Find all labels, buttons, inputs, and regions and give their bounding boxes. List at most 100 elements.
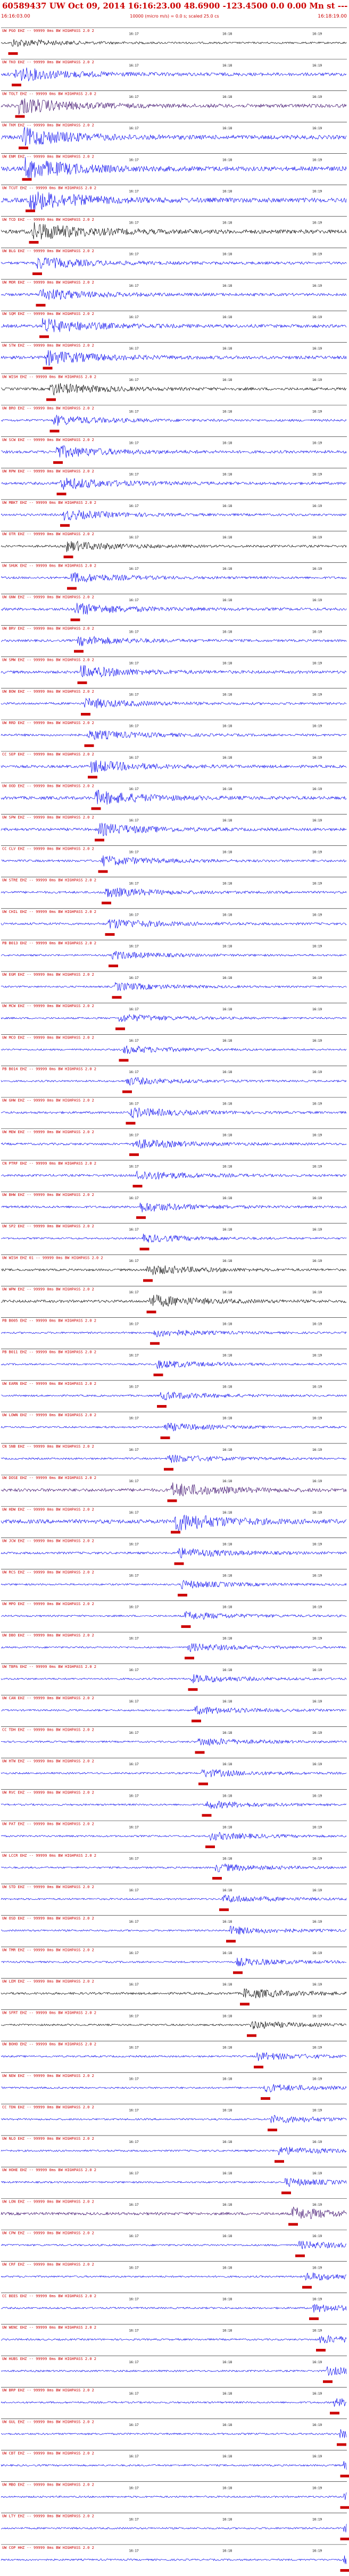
time-tick-label: 16:17 [129,1165,139,1169]
phase-pick-marker [115,1027,125,1030]
time-tick-label: 16:18 [222,1417,232,1420]
phase-pick-marker [36,304,46,306]
phase-pick-marker [302,2286,312,2289]
time-tick-label: 16:18 [222,2549,232,2553]
station-label: UW MBKT EHZ -- 99999 0ms BW HIGHPASS 2.0… [2,501,96,505]
time-tick-label: 16:17 [129,315,139,319]
time-tick-label: 16:19 [312,2172,322,2175]
phase-pick-marker [71,619,80,621]
waveform-trace [1,2053,346,2061]
time-tick-label: 16:17 [129,473,139,477]
time-tick-label: 16:19 [312,913,322,917]
phase-pick-marker [340,2569,349,2572]
time-tick-label: 16:18 [222,567,232,571]
time-tick-label: 16:19 [312,1448,322,1452]
waveform-trace [1,2241,346,2249]
time-tick-label: 16:18 [222,64,232,68]
waveform-trace [1,1360,346,1369]
phase-pick-marker [150,1342,160,1345]
time-tick-label: 16:17 [129,442,139,445]
phase-pick-marker [88,776,97,778]
phase-pick-marker [140,1248,149,1250]
phase-pick-marker [195,1751,205,1754]
station-label: UW BRP EHZ -- 99999 0ms BW HIGHPASS 2.0 … [2,2388,94,2392]
time-tick-label: 16:18 [222,2046,232,2049]
time-tick-label: 16:18 [222,2266,232,2270]
time-tick-label: 16:17 [129,64,139,68]
time-tick-label: 16:17 [129,1480,139,1483]
waveform-trace [1,289,346,300]
phase-pick-marker [50,430,60,433]
time-tick-label: 16:18 [222,1133,232,1137]
waveform-trace [1,666,346,677]
phase-pick-marker [295,2255,305,2257]
time-tick-label: 16:18 [222,1825,232,1829]
station-label: UW BRV EHZ -- 99999 0ms BW HIGHPASS 2.0 … [2,627,94,631]
waveform-trace [1,446,346,458]
time-tick-label: 16:17 [129,1983,139,1987]
time-tick-label: 16:19 [312,2486,322,2490]
time-tick-label: 16:19 [312,1196,322,1200]
time-tick-label: 16:17 [129,2549,139,2553]
phase-pick-marker [92,807,101,810]
time-tick-label: 16:19 [312,2266,322,2270]
station-label: CN PTRF EHZ -- 99999 0ms BW HIGHPASS 2.0… [2,1161,96,1166]
time-tick-label: 16:17 [129,1511,139,1515]
time-tick-label: 16:18 [222,1794,232,1798]
waveform-trace [1,157,346,179]
time-tick-label: 16:18 [222,1165,232,1169]
waveform-trace [1,2084,346,2092]
station-label: UW SP2 EHZ -- 99999 0ms BW HIGHPASS 2.0 … [2,1224,94,1228]
time-tick-label: 16:17 [129,2046,139,2049]
waveform-trace [1,2147,346,2155]
phase-pick-marker [46,398,56,401]
time-tick-label: 16:19 [312,2298,322,2301]
waveform-trace [1,2305,346,2313]
phase-pick-marker [316,2349,326,2351]
time-tick-label: 16:19 [312,1228,322,1232]
time-tick-label: 16:19 [312,158,322,162]
time-tick-label: 16:18 [222,284,232,288]
time-tick-label: 16:19 [312,976,322,980]
time-tick-label: 16:17 [129,1700,139,1704]
phase-pick-marker [226,1940,236,1942]
time-tick-label: 16:17 [129,913,139,917]
phase-pick-marker [105,933,115,936]
phase-pick-marker [67,587,77,589]
time-tick-label: 16:18 [222,1731,232,1735]
waveform-trace [1,2207,346,2219]
time-tick-label: 16:17 [129,1889,139,1892]
station-label: UW MOR EHZ -- 99999 0ms BW HIGHPASS 2.0 … [2,280,94,285]
time-tick-label: 16:17 [129,850,139,854]
time-tick-label: 16:19 [312,1889,322,1892]
time-tick-label: 16:17 [129,882,139,885]
time-tick-label: 16:18 [222,2109,232,2113]
time-tick-label: 16:17 [129,1668,139,1672]
time-tick-label: 16:17 [129,1322,139,1326]
time-tick-label: 16:19 [312,347,322,351]
time-tick-label: 16:18 [222,253,232,256]
time-tick-label: 16:18 [222,2361,232,2364]
time-tick-label: 16:17 [129,1353,139,1357]
time-tick-label: 16:18 [222,787,232,791]
time-tick-label: 16:19 [312,2109,322,2113]
phase-pick-marker [78,682,87,684]
time-tick-label: 16:19 [312,1731,322,1735]
station-label: UW MEW EHZ -- 99999 0ms BW HIGHPASS 2.0 … [2,1130,94,1134]
phase-pick-marker [147,1311,156,1314]
time-tick-label: 16:19 [312,1574,322,1577]
time-tick-label: 16:17 [129,378,139,382]
time-tick-label: 16:17 [129,504,139,508]
time-tick-label: 16:19 [312,64,322,68]
time-tick-label: 16:19 [312,1763,322,1766]
station-label: UW NEW EHZ -- 99999 0ms BW HIGHPASS 2.0 … [2,2074,94,2078]
phase-pick-marker [95,839,104,842]
station-label: UW BRO EHZ -- 99999 0ms BW HIGHPASS 2.0 … [2,406,94,411]
phase-pick-marker [64,555,73,558]
phase-pick-marker [174,1563,184,1565]
time-tick-label: 16:18 [222,347,232,351]
time-tick-label: 16:18 [222,1039,232,1043]
time-tick-label: 16:19 [312,95,322,99]
time-tick-label: 16:19 [312,1102,322,1106]
phase-pick-marker [74,650,84,653]
